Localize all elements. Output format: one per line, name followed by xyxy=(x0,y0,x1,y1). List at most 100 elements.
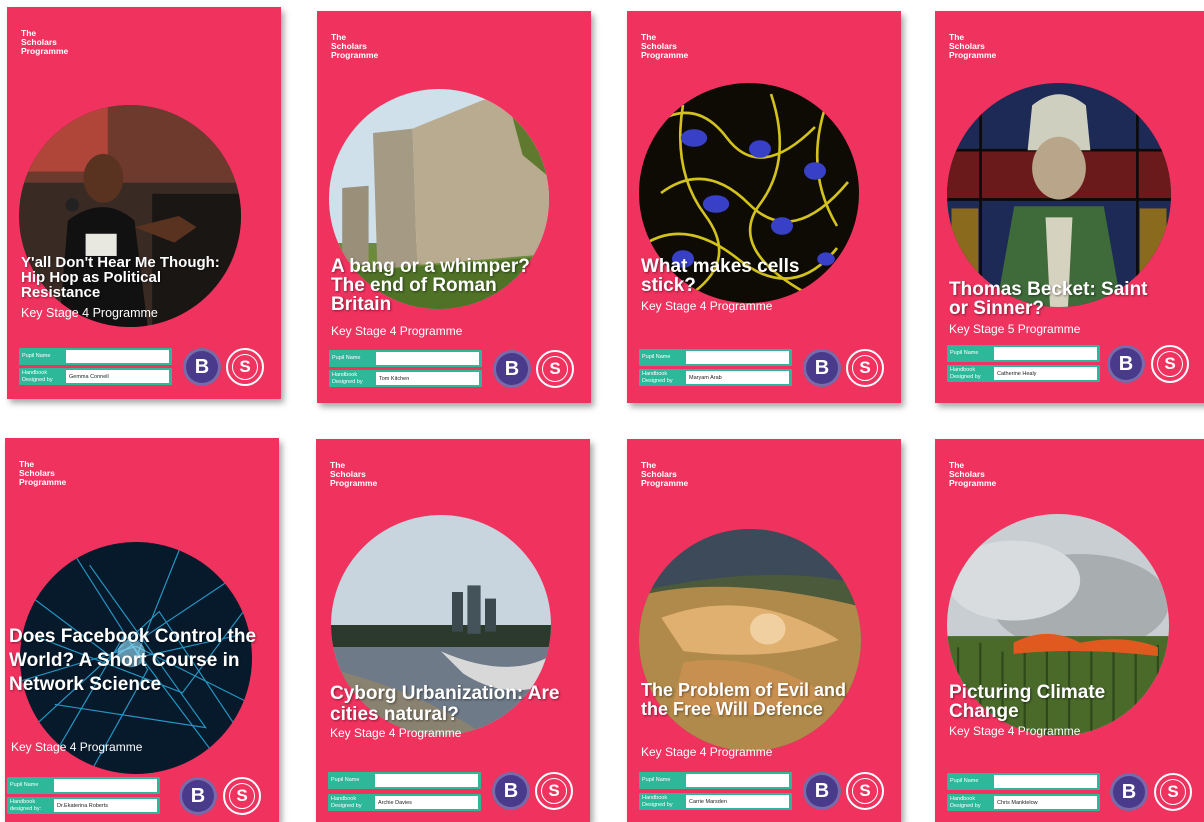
pupil-name-field[interactable] xyxy=(375,774,478,787)
handbook-cover[interactable]: The Scholars Programme Y'all Don't Hear … xyxy=(7,7,281,399)
s-letter: S xyxy=(542,356,568,382)
handbook-cover[interactable]: The Scholars Programme Thomas Becket: Sa… xyxy=(935,11,1204,403)
handbook-cover[interactable]: The Scholars Programme Does Facebook Con… xyxy=(5,438,279,822)
key-stage-label: Key Stage 4 Programme xyxy=(331,324,463,338)
key-stage-label: Key Stage 4 Programme xyxy=(330,726,462,740)
handbook-cover[interactable]: The Scholars Programme What makes cells … xyxy=(627,11,901,403)
cover-title: Thomas Becket: Saint or Sinner? xyxy=(949,279,1148,319)
pupil-name-row: Pupil Name xyxy=(329,350,482,367)
cover-title: A bang or a whimper? The end of Roman Br… xyxy=(331,256,530,315)
cover-title: Picturing Climate Change xyxy=(949,682,1106,722)
programme-logo-text: The Scholars Programme xyxy=(331,32,379,60)
key-stage-label: Key Stage 4 Programme xyxy=(21,306,158,320)
programme-logo-text: The Scholars Programme xyxy=(21,28,69,56)
pupil-name-label: Pupil Name xyxy=(642,354,671,360)
designer-row: Handbook designed by: Dr.Ekaterina Rober… xyxy=(7,797,160,814)
programme-logo-text: The Scholars Programme xyxy=(330,460,378,488)
designer-row: Handbook Designed by Tom Kitchen xyxy=(329,370,482,387)
designer-label: Handbook Designed by xyxy=(332,371,363,385)
designer-name-field[interactable]: Dr.Ekaterina Roberts xyxy=(54,799,157,812)
pupil-name-field[interactable] xyxy=(54,779,157,792)
s-letter: S xyxy=(232,354,258,380)
brilliant-club-logo: B xyxy=(1107,345,1145,383)
designer-label: Handbook Designed by xyxy=(22,369,53,383)
designer-name-field[interactable]: Carrie Marsden xyxy=(686,795,789,808)
brilliant-club-logo: B xyxy=(492,772,530,810)
programme-logo-text: The Scholars Programme xyxy=(641,460,689,488)
cover-title: Cyborg Urbanization: Are cities natural? xyxy=(330,683,560,725)
pupil-name-row: Pupil Name xyxy=(328,772,481,789)
pupil-name-row: Pupil Name xyxy=(19,348,172,365)
pupil-name-field[interactable] xyxy=(686,774,789,787)
key-stage-label: Key Stage 4 Programme xyxy=(11,740,143,754)
s-letter: S xyxy=(852,355,878,381)
stained-glass-saint xyxy=(947,83,1171,307)
designer-name-field[interactable]: Maryam Arab xyxy=(686,371,789,384)
designer-name-field[interactable]: Gemma Connell xyxy=(66,370,169,383)
programme-logo-text: The Scholars Programme xyxy=(949,460,997,488)
pupil-name-row: Pupil Name xyxy=(7,777,160,794)
s-letter: S xyxy=(1157,351,1183,377)
designer-row: Handbook Designed by Maryam Arab xyxy=(639,369,792,386)
pupil-name-field[interactable] xyxy=(686,351,789,364)
key-stage-label: Key Stage 4 Programme xyxy=(949,724,1081,738)
brilliant-club-logo: B xyxy=(493,350,531,388)
handbook-cover[interactable]: The Scholars Programme Cyborg Urbanizati… xyxy=(316,439,590,822)
designer-label: Handbook designed by: xyxy=(10,798,42,812)
scholars-programme-logo: S xyxy=(1154,773,1192,811)
designer-name-field[interactable]: Catherine Healy xyxy=(994,367,1097,380)
pupil-name-label: Pupil Name xyxy=(10,782,39,788)
programme-logo-text: The Scholars Programme xyxy=(949,32,997,60)
s-letter: S xyxy=(852,778,878,804)
brilliant-club-logo: B xyxy=(183,348,221,386)
programme-logo-text: The Scholars Programme xyxy=(641,32,689,60)
designer-name-field[interactable]: Archie Davies xyxy=(375,796,478,809)
scholars-programme-logo: S xyxy=(846,349,884,387)
designer-row: Handbook Designed by Gemma Connell xyxy=(19,368,172,385)
cover-title: The Problem of Evil and the Free Will De… xyxy=(641,680,847,719)
designer-label: Handbook Designed by xyxy=(950,366,981,380)
designer-label: Handbook Designed by xyxy=(642,794,673,808)
s-letter: S xyxy=(541,778,567,804)
scholars-programme-logo: S xyxy=(1151,345,1189,383)
handbook-cover[interactable]: The Scholars Programme A bang or a whimp… xyxy=(317,11,591,403)
pupil-name-row: Pupil Name xyxy=(947,773,1100,790)
designer-name-field[interactable]: Chris Manktelow xyxy=(994,796,1097,809)
designer-row: Handbook Designed by Archie Davies xyxy=(328,794,481,811)
scholars-programme-logo: S xyxy=(535,772,573,810)
key-stage-label: Key Stage 5 Programme xyxy=(949,322,1081,336)
scholars-programme-logo: S xyxy=(846,772,884,810)
programme-logo-text: The Scholars Programme xyxy=(19,459,67,487)
scholars-programme-logo: S xyxy=(226,348,264,386)
pupil-name-label: Pupil Name xyxy=(642,777,671,783)
pupil-name-label: Pupil Name xyxy=(950,350,979,356)
handbook-cover[interactable]: The Scholars Programme The Problem of Ev… xyxy=(627,439,901,822)
pupil-name-field[interactable] xyxy=(66,350,169,363)
key-stage-label: Key Stage 4 Programme xyxy=(641,745,773,759)
pupil-name-label: Pupil Name xyxy=(22,353,51,359)
designer-row: Handbook Designed by Catherine Healy xyxy=(947,365,1100,382)
cover-title: Y'all Don't Hear Me Though: Hip Hop as P… xyxy=(21,254,220,301)
cover-title: Does Facebook Control the World? A Short… xyxy=(9,626,257,695)
pupil-name-label: Pupil Name xyxy=(332,355,361,361)
pupil-name-label: Pupil Name xyxy=(950,778,979,784)
handbook-cover[interactable]: The Scholars Programme Picturing Climate… xyxy=(935,439,1204,822)
brilliant-club-logo: B xyxy=(803,349,841,387)
designer-label: Handbook Designed by xyxy=(331,795,362,809)
designer-label: Handbook Designed by xyxy=(950,795,981,809)
designer-label: Handbook Designed by xyxy=(642,370,673,384)
pupil-name-row: Pupil Name xyxy=(639,349,792,366)
designer-row: Handbook Designed by Carrie Marsden xyxy=(639,793,792,810)
pupil-name-field[interactable] xyxy=(994,347,1097,360)
designer-name-field[interactable]: Tom Kitchen xyxy=(376,372,479,385)
pupil-name-row: Pupil Name xyxy=(639,772,792,789)
brilliant-club-logo: B xyxy=(803,772,841,810)
designer-row: Handbook Designed by Chris Manktelow xyxy=(947,794,1100,811)
cover-photo xyxy=(947,83,1171,307)
pupil-name-field[interactable] xyxy=(376,352,479,365)
pupil-name-row: Pupil Name xyxy=(947,345,1100,362)
brilliant-club-logo: B xyxy=(179,777,217,815)
s-letter: S xyxy=(1160,779,1186,805)
pupil-name-field[interactable] xyxy=(994,775,1097,788)
brilliant-club-logo: B xyxy=(1110,773,1148,811)
